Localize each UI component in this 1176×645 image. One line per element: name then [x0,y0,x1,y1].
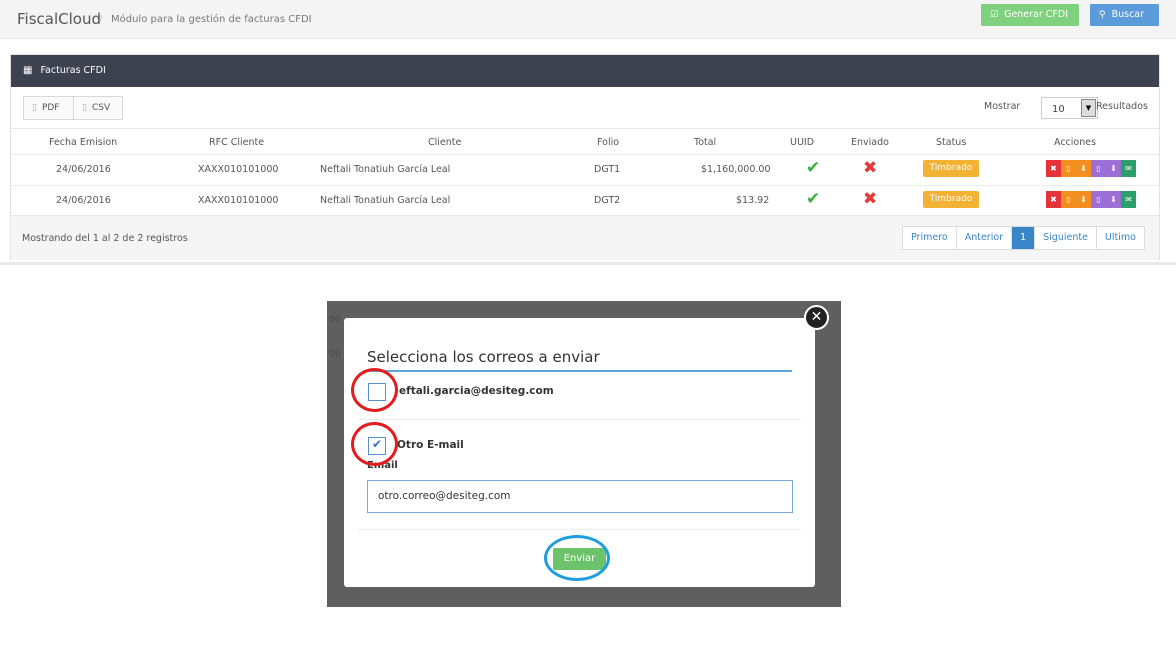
header-fecha: Fecha Emision [49,137,118,148]
header-cliente: Cliente [428,137,462,148]
header-status: Status [936,137,967,148]
cell-folio: DGT2 [594,195,621,206]
pdf-icon[interactable]: ▯ [1061,191,1076,208]
highlight-circle [351,422,398,466]
modal-title: Selecciona los correos a enviar [367,348,600,366]
cell-total: $13.92 [736,195,770,206]
generate-cfdi-label: Generar CFDI [1004,9,1069,20]
records-info: Mostrando del 1 al 2 de 2 registros [22,233,188,244]
cell-fecha: 24/06/2016 [56,164,111,175]
brand-logo[interactable]: FiscalCloud [17,10,101,28]
uuid-check-icon: ✔ [806,189,821,209]
title-underline [367,370,792,372]
xml-icon[interactable]: ▯ [1091,160,1106,177]
xml-icon[interactable]: ▯ [1091,191,1106,208]
row-actions: ✖ ▯ ⬇ ▯ ⬇ ✉ [1046,191,1136,208]
cell-cliente: Neftali Tonatiuh García Leal [320,195,451,206]
status-badge: Timbrado [923,160,979,177]
table-row[interactable]: 24/06/2016 XAXX010101000 Neftali Tonatiu… [11,185,1159,215]
chevron-down-icon[interactable]: ▼ [1081,99,1096,117]
row-actions: ✖ ▯ ⬇ ▯ ⬇ ✉ [1046,160,1136,177]
cell-fecha: 24/06/2016 [56,195,111,206]
panel-title: Facturas CFDI [40,65,106,76]
invoices-panel: ▦ Facturas CFDI ▯ PDF ▯ CSV Mostrar 10 ▼ Re… [10,54,1160,260]
results-label: Resultados [1096,101,1148,112]
not-sent-icon: ✖ [863,189,878,209]
panel-header: ▦ Facturas CFDI [11,55,1159,87]
email-field[interactable]: otro.correo@desiteg.com [367,480,793,513]
cancel-icon[interactable]: ✖ [1046,191,1061,208]
email-icon[interactable]: ✉ [1121,191,1136,208]
send-email-modal-screenshot: 00 00 Selecciona los correos a enviar ef… [327,301,841,607]
table-row[interactable]: 24/06/2016 XAXX010101000 Neftali Tonatiu… [11,154,1159,184]
header-enviado: Enviado [851,137,889,148]
cell-total: $1,160,000.00 [701,164,771,175]
download-icon[interactable]: ⬇ [1076,160,1091,177]
divider [358,419,801,420]
export-pdf-button[interactable]: ▯ PDF [23,96,74,120]
export-pdf-label: PDF [41,103,60,113]
download-xml-icon[interactable]: ⬇ [1106,191,1121,208]
pdf-icon[interactable]: ▯ [1061,160,1076,177]
file-icon: ▯ [32,103,37,113]
header-rfc: RFC Cliente [209,137,265,148]
table-footer: Mostrando del 1 al 2 de 2 registros Prim… [11,215,1159,260]
page-last[interactable]: Ultimo [1095,227,1144,249]
other-email-label: Otro E-mail [397,439,464,451]
cancel-icon[interactable]: ✖ [1046,160,1061,177]
cell-rfc: XAXX010101000 [198,195,279,206]
generate-cfdi-button[interactable]: ☑ Generar CFDI [981,4,1079,26]
close-icon[interactable]: ✕ [804,305,829,330]
download-xml-icon[interactable]: ⬇ [1106,160,1121,177]
search-button[interactable]: ⚲ Buscar [1090,4,1159,26]
search-label: Buscar [1111,9,1145,20]
page-current[interactable]: 1 [1011,227,1035,249]
not-sent-icon: ✖ [863,158,878,178]
export-csv-label: CSV [91,103,111,113]
status-badge: Timbrado [923,191,979,208]
page-size-select[interactable]: 10 ▼ [1041,97,1098,119]
checkbox-icon: ☑ [990,10,999,20]
background-text: 00 [329,315,341,325]
page-size-value: 10 [1052,104,1065,115]
page-first[interactable]: Primero [903,227,956,249]
breadcrumb-separator: / [99,14,103,25]
page-next[interactable]: Siguiente [1034,227,1096,249]
background-text: 00 [329,349,341,359]
header-folio: Folio [597,137,620,148]
divider [358,529,801,530]
file-icon: ▯ [82,103,87,113]
divider [0,262,1176,265]
cell-rfc: XAXX010101000 [198,164,279,175]
header-uuid: UUID [790,137,815,148]
header-total: Total [694,137,717,148]
page-subtitle: Módulo para la gestión de facturas CFDI [111,14,312,25]
cell-folio: DGT1 [594,164,621,175]
highlight-circle [544,535,610,581]
cell-cliente: Neftali Tonatiuh García Leal [320,164,451,175]
search-icon: ⚲ [1099,10,1106,20]
page-previous[interactable]: Anterior [955,227,1011,249]
send-email-modal: Selecciona los correos a enviar eftali.g… [344,318,815,587]
download-icon[interactable]: ⬇ [1076,191,1091,208]
header-acciones: Acciones [1054,137,1097,148]
email-option-label: eftali.garcia@desiteg.com [399,385,554,397]
uuid-check-icon: ✔ [806,158,821,178]
email-icon[interactable]: ✉ [1121,160,1136,177]
pagination: Primero Anterior 1 Siguiente Ultimo [902,226,1145,250]
export-csv-button[interactable]: ▯ CSV [73,96,123,120]
table-icon: ▦ [23,65,33,76]
highlight-circle [351,368,398,412]
show-label: Mostrar [984,101,1021,112]
table-header: Fecha Emision RFC Cliente Cliente Folio … [11,128,1159,154]
top-bar: FiscalCloud / Módulo para la gestión de … [0,0,1176,39]
